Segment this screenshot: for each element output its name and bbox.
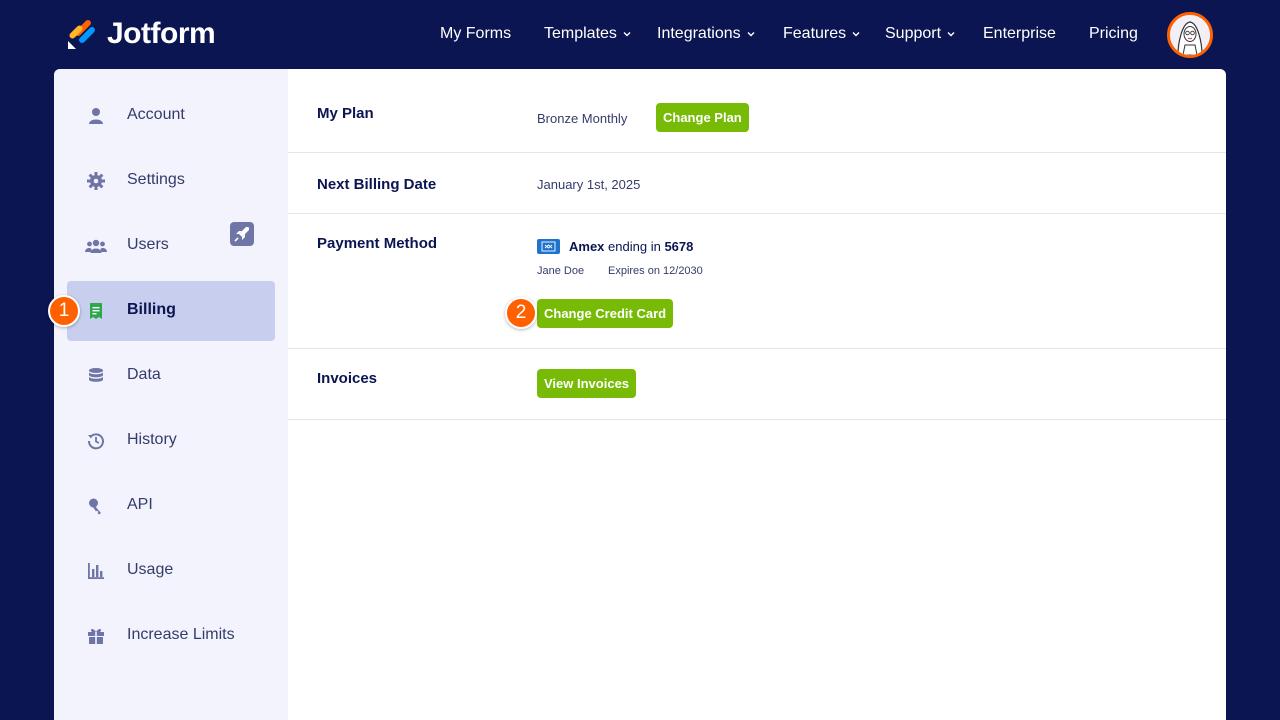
step-marker-1: 1 xyxy=(48,295,80,327)
step-marker-2: 2 xyxy=(505,297,537,329)
chevron-down-icon xyxy=(623,32,631,37)
sidebar-item-api[interactable]: API xyxy=(67,476,275,536)
history-icon xyxy=(87,433,104,450)
rocket-icon xyxy=(234,227,249,242)
my-plan-row: My Plan Bronze Monthly Change Plan xyxy=(288,69,1226,153)
card-expiry: Expires on 12/2030 xyxy=(608,265,703,277)
card-holder: Jane Doe xyxy=(537,265,585,277)
gear-icon xyxy=(87,172,105,190)
nav-label: My Forms xyxy=(440,25,512,42)
nav-label: Enterprise xyxy=(983,25,1056,42)
sidebar-item-settings[interactable]: Settings xyxy=(67,151,275,211)
sidebar-item-label: Billing xyxy=(127,301,176,318)
nav-label: Integrations xyxy=(657,25,741,42)
account-settings-card: Account Settings Users Billing Data Hist… xyxy=(54,69,1226,720)
upgrade-badge[interactable] xyxy=(230,222,254,246)
nav-label: Templates xyxy=(544,25,617,42)
database-icon xyxy=(89,368,103,382)
card-last4: 5678 xyxy=(664,239,694,254)
nav-enterprise[interactable]: Enterprise xyxy=(983,25,1056,43)
card-ending-text: ending in xyxy=(608,239,661,254)
amex-card-icon xyxy=(537,239,560,254)
gift-icon xyxy=(88,628,104,644)
sidebar-item-increase-limits[interactable]: Increase Limits xyxy=(67,606,275,666)
user-avatar[interactable] xyxy=(1167,12,1213,58)
sidebar-item-label: API xyxy=(127,496,153,513)
jotform-logo[interactable]: Jotform xyxy=(67,17,216,50)
payment-method-row: Payment Method Amex ending in 5678 Jane … xyxy=(288,214,1226,349)
payment-method-label: Payment Method xyxy=(317,235,438,252)
sidebar-item-label: Account xyxy=(127,106,185,123)
user-icon xyxy=(89,108,103,124)
top-navbar: Jotform My Forms Templates Integrations … xyxy=(0,0,1280,69)
sidebar-item-history[interactable]: History xyxy=(67,411,275,471)
sidebar-item-label: Data xyxy=(127,366,161,383)
nav-pricing[interactable]: Pricing xyxy=(1089,25,1138,43)
invoices-row: Invoices View Invoices xyxy=(288,349,1226,420)
avatar-portrait-icon xyxy=(1170,15,1210,55)
plan-name: Bronze Monthly xyxy=(537,111,628,126)
bar-chart-icon xyxy=(88,563,104,579)
nav-label: Support xyxy=(885,25,942,42)
settings-sidebar: Account Settings Users Billing Data Hist… xyxy=(54,69,288,720)
change-credit-card-button[interactable]: Change Credit Card xyxy=(537,299,674,328)
chevron-down-icon xyxy=(747,32,755,37)
sidebar-item-label: Usage xyxy=(127,561,174,578)
nav-label: Features xyxy=(783,25,847,42)
sidebar-item-billing[interactable]: Billing xyxy=(67,281,275,341)
nav-support[interactable]: Support xyxy=(885,25,955,43)
chevron-down-icon xyxy=(947,32,955,37)
sidebar-item-label: Users xyxy=(127,236,169,253)
change-plan-button[interactable]: Change Plan xyxy=(656,103,749,132)
brand-name: Jotform xyxy=(107,17,216,50)
my-plan-label: My Plan xyxy=(317,105,374,122)
key-icon xyxy=(89,498,101,515)
chevron-down-icon xyxy=(852,32,860,37)
sidebar-item-label: History xyxy=(127,431,177,448)
next-billing-date: January 1st, 2025 xyxy=(537,177,641,192)
users-icon xyxy=(85,239,107,253)
receipt-icon xyxy=(90,303,102,319)
sidebar-item-label: Settings xyxy=(127,171,185,188)
nav-my-forms[interactable]: My Forms xyxy=(440,25,511,43)
invoices-label: Invoices xyxy=(317,370,378,387)
card-brand: Amex xyxy=(569,239,605,254)
nav-templates[interactable]: Templates xyxy=(544,25,631,43)
nav-features[interactable]: Features xyxy=(783,25,860,43)
nav-integrations[interactable]: Integrations xyxy=(657,25,755,43)
nav-label: Pricing xyxy=(1089,25,1138,42)
sidebar-item-data[interactable]: Data xyxy=(67,346,275,406)
sidebar-item-label: Increase Limits xyxy=(127,626,235,643)
next-billing-row: Next Billing Date January 1st, 2025 xyxy=(288,153,1226,214)
view-invoices-button[interactable]: View Invoices xyxy=(537,369,637,398)
sidebar-item-usage[interactable]: Usage xyxy=(67,541,275,601)
jotform-logo-icon xyxy=(68,20,95,49)
billing-content: My Plan Bronze Monthly Change Plan Next … xyxy=(288,69,1226,720)
next-billing-label: Next Billing Date xyxy=(317,176,437,193)
sidebar-item-account[interactable]: Account xyxy=(67,86,275,146)
card-summary: Amex ending in 5678 xyxy=(569,239,693,254)
